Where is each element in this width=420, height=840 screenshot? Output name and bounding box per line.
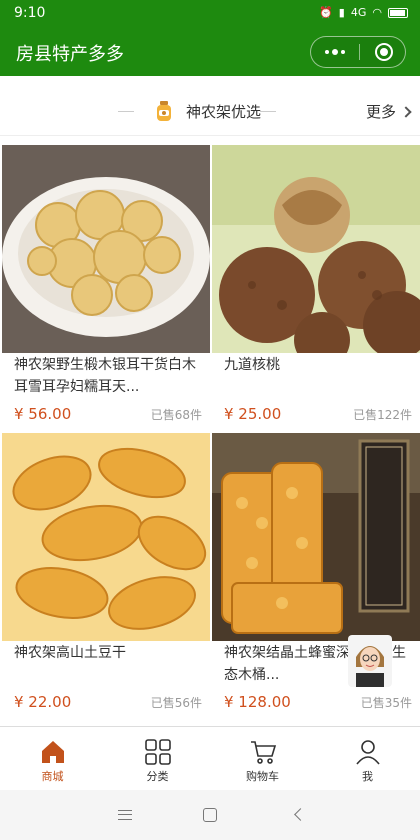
status-bar: 9:10 ⏰ ▮ 4G ◠ — [0, 0, 420, 28]
alarm-icon: ⏰ — [319, 6, 333, 19]
tab-label: 商城 — [41, 770, 64, 783]
close-miniprogram-button[interactable] — [375, 43, 393, 61]
bottom-tab-bar: 商城 分类 购物车 我 — [0, 726, 420, 788]
product-sold-count: 已售56件 — [150, 696, 202, 710]
product-price: ¥ 22.00 — [14, 693, 72, 711]
product-sold-count: 已售68件 — [150, 408, 202, 422]
tab-cart[interactable]: 购物车 — [210, 727, 315, 789]
section-header: 神农架优选 更多 — [0, 86, 420, 136]
battery-icon — [388, 7, 408, 18]
wifi-icon: ◠ — [372, 6, 382, 19]
tab-me[interactable]: 我 — [315, 727, 420, 789]
home-icon — [41, 741, 64, 763]
menu-icon[interactable] — [118, 810, 132, 820]
tab-category[interactable]: 分类 — [105, 727, 210, 789]
home-square-icon[interactable] — [203, 808, 217, 822]
chevron-right-icon — [400, 105, 412, 118]
more-link[interactable]: 更多 — [365, 101, 412, 122]
android-nav-bar — [0, 790, 420, 840]
product-name: 神农架高山土豆干 — [14, 645, 126, 661]
product-price: ¥ 25.00 — [224, 405, 282, 423]
section-title: 神农架优选 — [186, 103, 262, 121]
more-label: 更多 — [365, 103, 396, 121]
user-icon — [355, 740, 380, 765]
product-sold-count: 已售35件 — [360, 696, 412, 710]
product-price: ¥ 128.00 — [224, 693, 291, 711]
divider-right — [260, 111, 276, 112]
tab-label: 我 — [362, 770, 373, 783]
capsule-divider — [359, 44, 360, 60]
honeycomb-image — [212, 433, 420, 641]
product-card[interactable]: 神农架野生椴木银耳干货白木耳雪耳孕妇糯耳天... ¥ 56.00 已售68件 — [2, 140, 210, 424]
product-sold-count: 已售122件 — [353, 408, 412, 422]
title-bar: 房县特产多多 — [0, 28, 420, 76]
signal-icon: ▮ — [338, 6, 345, 19]
divider-left — [118, 111, 134, 112]
app-title: 房县特产多多 — [16, 44, 124, 65]
silver-fungus-image — [2, 145, 210, 353]
dried-potato-image — [2, 433, 210, 641]
more-options-button[interactable] — [311, 37, 359, 67]
product-card[interactable]: 神农架高山土豆干 ¥ 22.00 已售56件 — [2, 428, 210, 712]
product-name: 九道核桃 — [224, 357, 280, 373]
network-label: 4G — [350, 6, 367, 19]
tab-home[interactable]: 商城 — [0, 727, 105, 789]
cart-icon — [250, 741, 276, 764]
category-grid-icon — [144, 739, 171, 765]
honey-jar-icon — [157, 101, 171, 121]
status-icons: ⏰ ▮ 4G ◠ — [319, 6, 408, 19]
status-time: 9:10 — [14, 5, 46, 21]
tab-label: 分类 — [146, 770, 169, 783]
product-name: 神农架野生椴木银耳干货白木耳雪耳孕妇糯耳天... — [14, 357, 196, 395]
product-price: ¥ 56.00 — [14, 405, 72, 423]
tab-label: 购物车 — [246, 770, 279, 783]
back-icon[interactable] — [294, 808, 307, 821]
walnut-image — [212, 145, 420, 353]
customer-service-avatar[interactable] — [348, 635, 392, 687]
miniprogram-capsule — [310, 36, 406, 68]
product-card[interactable]: 九道核桃 ¥ 25.00 已售122件 — [212, 140, 420, 424]
